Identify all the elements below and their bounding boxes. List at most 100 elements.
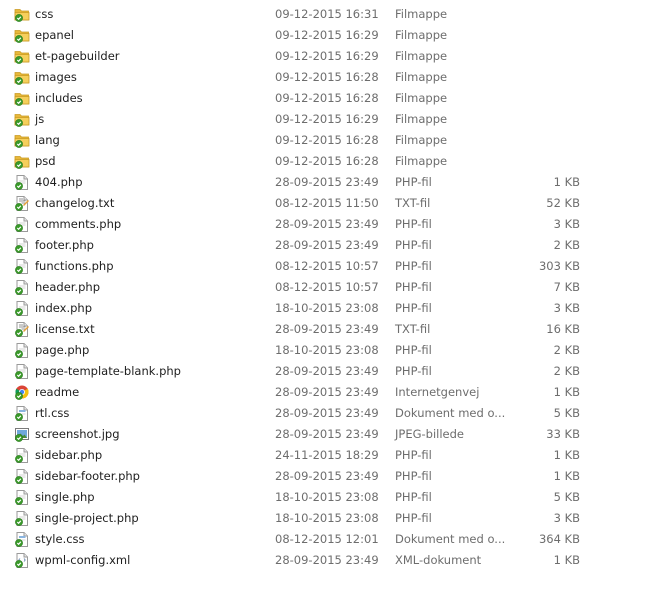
file-row[interactable]: header.php 08-12-2015 10:57 PHP-fil 7 KB <box>0 277 646 298</box>
file-size: 5 KB <box>553 490 580 504</box>
file-modified-date: 18-10-2015 23:08 <box>275 511 379 525</box>
php-file-icon <box>14 300 30 316</box>
file-size: 16 KB <box>546 322 580 336</box>
file-row[interactable]: style.css 08-12-2015 12:01 Dokument med o.… <box>0 529 646 550</box>
file-row[interactable]: 404.php 28-09-2015 23:49 PHP-fil 1 KB <box>0 172 646 193</box>
file-modified-date: 08-12-2015 10:57 <box>275 259 379 273</box>
file-modified-date: 28-09-2015 23:49 <box>275 469 379 483</box>
file-name: page.php <box>35 343 90 357</box>
file-modified-date: 18-10-2015 23:08 <box>275 301 379 315</box>
file-modified-date: 28-09-2015 23:49 <box>275 238 379 252</box>
file-type: PHP-fil <box>395 490 432 504</box>
file-row[interactable]: screenshot.jpg 28-09-2015 23:49 JPEG-bille… <box>0 424 646 445</box>
file-row[interactable]: footer.php 28-09-2015 23:49 PHP-fil 2 KB <box>0 235 646 256</box>
file-modified-date: 08-12-2015 12:01 <box>275 532 379 546</box>
file-row[interactable]: changelog.txt 08-12-2015 11:50 TXT-fil 52 K… <box>0 193 646 214</box>
folder-row[interactable]: epanel 09-12-2015 16:29 Filmappe <box>0 25 646 46</box>
file-name: lang <box>35 133 60 147</box>
file-modified-date: 28-09-2015 23:49 <box>275 175 379 189</box>
file-modified-date: 09-12-2015 16:28 <box>275 154 379 168</box>
folder-row[interactable]: et-pagebuilder 09-12-2015 16:29 Filmappe <box>0 46 646 67</box>
file-type: PHP-fil <box>395 364 432 378</box>
file-type: Internetgenvej <box>395 385 480 399</box>
file-modified-date: 09-12-2015 16:28 <box>275 70 379 84</box>
folder-icon <box>14 6 30 22</box>
file-row[interactable]: wpml-config.xml 28-09-2015 23:49 XML-dokum… <box>0 550 646 571</box>
file-type: Dokument med o... <box>395 406 506 420</box>
php-file-icon <box>14 489 30 505</box>
file-type: PHP-fil <box>395 301 432 315</box>
image-file-icon <box>14 426 30 442</box>
file-modified-date: 28-09-2015 23:49 <box>275 406 379 420</box>
file-row[interactable]: single.php 18-10-2015 23:08 PHP-fil 5 KB <box>0 487 646 508</box>
folder-row[interactable]: js 09-12-2015 16:29 Filmappe <box>0 109 646 130</box>
file-type: XML-dokument <box>395 553 482 567</box>
file-size: 1 KB <box>553 385 580 399</box>
file-name: js <box>35 112 45 126</box>
file-size: 3 KB <box>553 217 580 231</box>
file-size: 2 KB <box>553 343 580 357</box>
file-size: 1 KB <box>553 469 580 483</box>
file-type: JPEG-billede <box>395 427 464 441</box>
file-row[interactable]: page.php 18-10-2015 23:08 PHP-fil 2 KB <box>0 340 646 361</box>
file-modified-date: 09-12-2015 16:28 <box>275 133 379 147</box>
folder-row[interactable]: lang 09-12-2015 16:28 Filmappe <box>0 130 646 151</box>
folder-row[interactable]: images 09-12-2015 16:28 Filmappe <box>0 67 646 88</box>
file-size: 5 KB <box>553 406 580 420</box>
file-name: epanel <box>35 28 74 42</box>
folder-row[interactable]: psd 09-12-2015 16:28 Filmappe <box>0 151 646 172</box>
file-row[interactable]: single-project.php 18-10-2015 23:08 PHP-fi… <box>0 508 646 529</box>
file-modified-date: 09-12-2015 16:29 <box>275 49 379 63</box>
file-size: 33 KB <box>546 427 580 441</box>
file-name: header.php <box>35 280 101 294</box>
file-name: footer.php <box>35 238 94 252</box>
file-type: PHP-fil <box>395 511 432 525</box>
file-row[interactable]: license.txt 28-09-2015 23:49 TXT-fil 16 KB <box>0 319 646 340</box>
file-name: sidebar-footer.php <box>35 469 140 483</box>
folder-icon <box>14 69 30 85</box>
file-modified-date: 08-12-2015 11:50 <box>275 196 379 210</box>
file-type: Filmappe <box>395 154 448 168</box>
file-size: 52 KB <box>546 196 580 210</box>
file-row[interactable]: rtl.css 28-09-2015 23:49 Dokument med o...… <box>0 403 646 424</box>
file-row[interactable]: comments.php 28-09-2015 23:49 PHP-fil 3 KB <box>0 214 646 235</box>
file-size: 1 KB <box>553 553 580 567</box>
file-row[interactable]: page-template-blank.php 28-09-2015 23:49 P… <box>0 361 646 382</box>
xml-file-icon <box>14 552 30 568</box>
file-type: PHP-fil <box>395 238 432 252</box>
file-row[interactable]: functions.php 08-12-2015 10:57 PHP-fil 303 … <box>0 256 646 277</box>
file-name: comments.php <box>35 217 122 231</box>
file-size: 303 KB <box>538 259 580 273</box>
file-modified-date: 09-12-2015 16:28 <box>275 91 379 105</box>
php-file-icon <box>14 510 30 526</box>
file-modified-date: 24-11-2015 18:29 <box>275 448 379 462</box>
file-type: PHP-fil <box>395 469 432 483</box>
file-type: PHP-fil <box>395 280 432 294</box>
file-name: css <box>35 7 54 21</box>
file-size: 2 KB <box>553 364 580 378</box>
file-row[interactable]: index.php 18-10-2015 23:08 PHP-fil 3 KB <box>0 298 646 319</box>
folder-row[interactable]: includes 09-12-2015 16:28 Filmappe <box>0 88 646 109</box>
file-name: single-project.php <box>35 511 139 525</box>
file-type: PHP-fil <box>395 259 432 273</box>
file-list: css 09-12-2015 16:31 Filmappe epanel 09-12-2… <box>0 4 646 571</box>
file-size: 7 KB <box>553 280 580 294</box>
file-modified-date: 28-09-2015 23:49 <box>275 217 379 231</box>
file-size: 1 KB <box>553 448 580 462</box>
file-row[interactable]: readme 28-09-2015 23:49 Internetgenvej 1 KB <box>0 382 646 403</box>
file-row[interactable]: sidebar.php 24-11-2015 18:29 PHP-fil 1 KB <box>0 445 646 466</box>
file-name: changelog.txt <box>35 196 115 210</box>
file-name: wpml-config.xml <box>35 553 131 567</box>
file-size: 3 KB <box>553 511 580 525</box>
file-type: Dokument med o... <box>395 532 506 546</box>
php-file-icon <box>14 363 30 379</box>
file-modified-date: 28-09-2015 23:49 <box>275 427 379 441</box>
php-file-icon <box>14 468 30 484</box>
php-file-icon <box>14 174 30 190</box>
file-type: Filmappe <box>395 28 448 42</box>
file-modified-date: 09-12-2015 16:31 <box>275 7 379 21</box>
folder-icon <box>14 90 30 106</box>
file-modified-date: 28-09-2015 23:49 <box>275 364 379 378</box>
file-row[interactable]: sidebar-footer.php 28-09-2015 23:49 PHP-fi… <box>0 466 646 487</box>
folder-row[interactable]: css 09-12-2015 16:31 Filmappe <box>0 4 646 25</box>
